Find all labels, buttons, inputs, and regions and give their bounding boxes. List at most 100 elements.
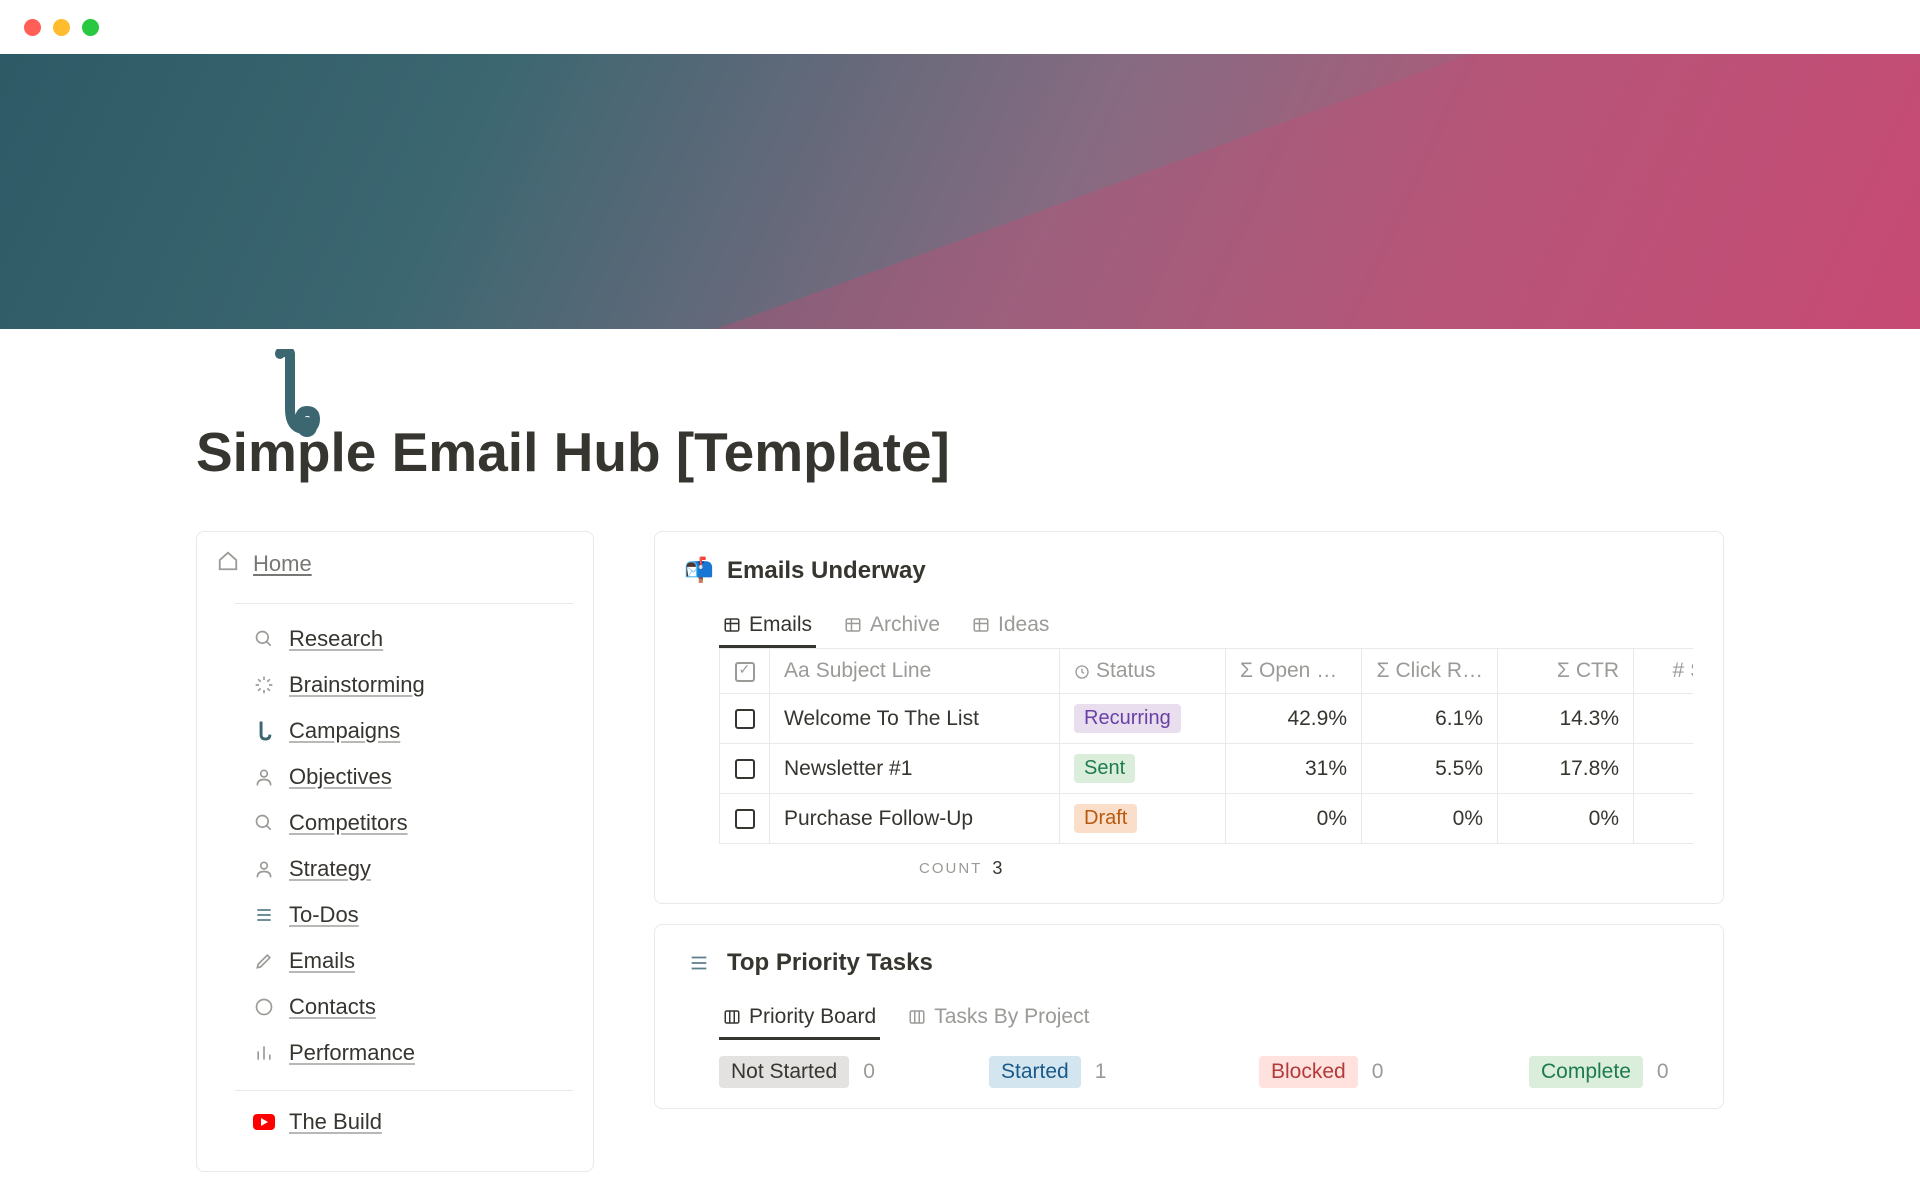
sidebar: Home Research Brainstorming Campaigns Objec… <box>196 531 594 1172</box>
board-column-complete[interactable]: Complete 0 <box>1529 1056 1693 1088</box>
table-row[interactable]: Welcome To The ListRecurring42.9%6.1%14.… <box>720 694 1694 744</box>
sidebar-item-brainstorming[interactable]: Brainstorming <box>217 662 573 708</box>
search-icon <box>253 813 275 833</box>
todo-icon <box>685 952 713 974</box>
home-icon <box>217 550 239 577</box>
tab-ideas[interactable]: Ideas <box>968 605 1053 648</box>
sidebar-item-the-build[interactable]: The Build <box>217 1099 573 1145</box>
status-badge: Not Started <box>719 1056 849 1088</box>
page-logo-icon <box>245 349 335 439</box>
column-count: 1 <box>1095 1060 1107 1084</box>
table-row[interactable]: Purchase Follow-UpDraft0%0%0% <box>720 794 1694 844</box>
card-title: Emails Underway <box>727 557 926 585</box>
status-badge: Blocked <box>1259 1056 1358 1088</box>
column-checkbox[interactable] <box>720 649 770 694</box>
emails-table: AaSubject Line Status ΣOpen R… ΣClick R…… <box>719 648 1693 844</box>
sidebar-item-label: Research <box>289 626 383 652</box>
search-icon <box>253 629 275 649</box>
sidebar-item-competitors[interactable]: Competitors <box>217 800 573 846</box>
divider <box>235 603 573 604</box>
sidebar-item-campaigns[interactable]: Campaigns <box>217 708 573 754</box>
tab-label: Ideas <box>998 613 1049 637</box>
row-checkbox[interactable] <box>720 694 770 744</box>
cell-ctr: 17.8% <box>1498 744 1634 794</box>
cover-banner <box>0 54 1920 329</box>
column-count: 0 <box>1657 1060 1669 1084</box>
cell-sent-to <box>1634 794 1694 844</box>
window-minimize-button[interactable] <box>53 19 70 36</box>
cell-status: Draft <box>1060 794 1226 844</box>
cell-open-rate: 0% <box>1226 794 1362 844</box>
board-column-blocked[interactable]: Blocked 0 <box>1259 1056 1511 1088</box>
sidebar-item-label: Emails <box>289 948 355 974</box>
tab-tasks-by-project[interactable]: Tasks By Project <box>904 997 1093 1040</box>
sidebar-item-emails[interactable]: Emails <box>217 938 573 984</box>
row-checkbox[interactable] <box>720 744 770 794</box>
tab-priority-board[interactable]: Priority Board <box>719 997 880 1040</box>
table-row[interactable]: Newsletter #1Sent31%5.5%17.8%14545 <box>720 744 1694 794</box>
sidebar-item-objectives[interactable]: Objectives <box>217 754 573 800</box>
column-sent-to[interactable]: #Sent To <box>1634 649 1694 694</box>
envelope-icon: 📬 <box>685 556 713 585</box>
sidebar-item-label: To-Dos <box>289 902 359 928</box>
sidebar-item-label: Home <box>253 551 312 577</box>
status-badge: Started <box>989 1056 1081 1088</box>
cell-click-rate: 6.1% <box>1362 694 1498 744</box>
row-checkbox[interactable] <box>720 794 770 844</box>
board-column-not-started[interactable]: Not Started 0 <box>719 1056 971 1088</box>
cell-status: Sent <box>1060 744 1226 794</box>
window-close-button[interactable] <box>24 19 41 36</box>
column-count: 0 <box>863 1060 875 1084</box>
sidebar-item-label: Performance <box>289 1040 415 1066</box>
tasks-tabs: Priority Board Tasks By Project <box>685 997 1693 1040</box>
cell-status: Recurring <box>1060 694 1226 744</box>
column-count: 0 <box>1372 1060 1384 1084</box>
sidebar-item-performance[interactable]: Performance <box>217 1030 573 1076</box>
sidebar-item-strategy[interactable]: Strategy <box>217 846 573 892</box>
logo-icon <box>253 720 275 742</box>
sidebar-item-contacts[interactable]: Contacts <box>217 984 573 1030</box>
main-content: 📬 Emails Underway Emails Archive Ideas <box>654 531 1724 1129</box>
emails-tabs: Emails Archive Ideas <box>685 605 1693 648</box>
cell-subject: Welcome To The List <box>770 694 1060 744</box>
cell-click-rate: 5.5% <box>1362 744 1498 794</box>
circle-icon <box>253 997 275 1017</box>
board-column-started[interactable]: Started 1 <box>989 1056 1241 1088</box>
table-count: COUNT 3 <box>919 844 1693 883</box>
column-subject[interactable]: AaSubject Line <box>770 649 1060 694</box>
sparkle-icon <box>253 675 275 695</box>
column-status[interactable]: Status <box>1060 649 1226 694</box>
sidebar-item-label: Objectives <box>289 764 392 790</box>
sidebar-item-label: Brainstorming <box>289 672 425 698</box>
tab-archive[interactable]: Archive <box>840 605 944 648</box>
cell-ctr: 0% <box>1498 794 1634 844</box>
tab-emails[interactable]: Emails <box>719 605 816 648</box>
window-zoom-button[interactable] <box>82 19 99 36</box>
cell-subject: Purchase Follow-Up <box>770 794 1060 844</box>
cell-sent-to: 245 <box>1634 694 1694 744</box>
cell-open-rate: 42.9% <box>1226 694 1362 744</box>
window-titlebar <box>0 0 1920 54</box>
divider <box>235 1090 573 1091</box>
column-click-rate[interactable]: ΣClick R… <box>1362 649 1498 694</box>
sidebar-item-label: The Build <box>289 1109 382 1135</box>
tab-label: Tasks By Project <box>934 1005 1089 1029</box>
sidebar-item-label: Competitors <box>289 810 408 836</box>
column-open-rate[interactable]: ΣOpen R… <box>1226 649 1362 694</box>
card-title: Top Priority Tasks <box>727 949 933 977</box>
status-badge: Complete <box>1529 1056 1643 1088</box>
sidebar-item-research[interactable]: Research <box>217 616 573 662</box>
youtube-icon <box>253 1114 275 1130</box>
sidebar-item-home[interactable]: Home <box>217 550 573 593</box>
cell-click-rate: 0% <box>1362 794 1498 844</box>
sidebar-item-label: Campaigns <box>289 718 400 744</box>
sidebar-item-to-dos[interactable]: To-Dos <box>217 892 573 938</box>
column-ctr[interactable]: ΣCTR <box>1498 649 1634 694</box>
cell-subject: Newsletter #1 <box>770 744 1060 794</box>
tab-label: Emails <box>749 613 812 637</box>
tab-label: Priority Board <box>749 1005 876 1029</box>
sidebar-item-label: Strategy <box>289 856 371 882</box>
pencil-icon <box>253 951 275 971</box>
page-title: Simple Email Hub [Template] <box>196 419 1724 485</box>
emails-underway-card: 📬 Emails Underway Emails Archive Ideas <box>654 531 1724 904</box>
